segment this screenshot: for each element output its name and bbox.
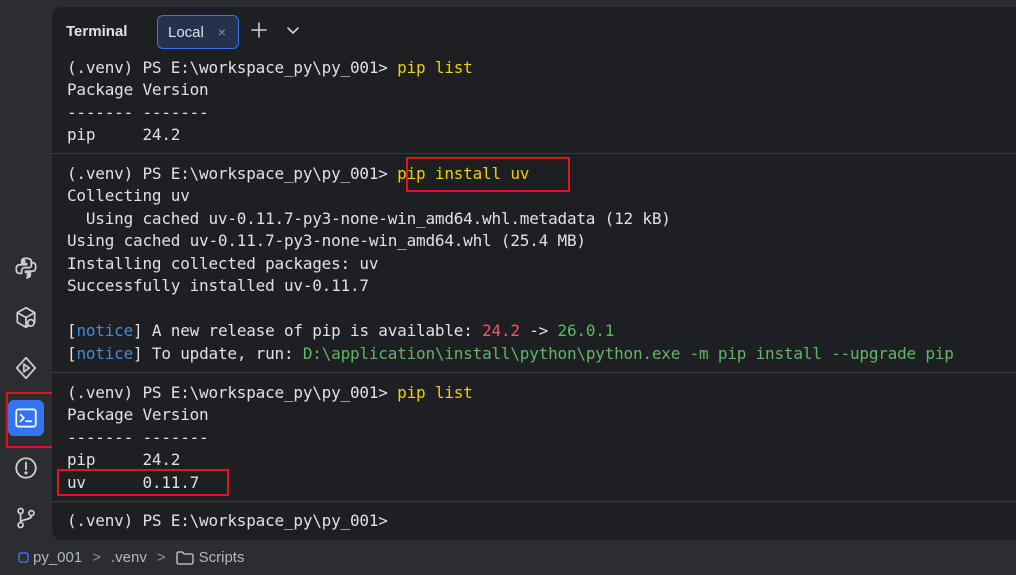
prompt-line: (.venv) PS E:\workspace_py\py_001> pip i…: [67, 164, 530, 183]
problems-icon[interactable]: [8, 450, 44, 486]
output-line: Using cached uv-0.11.7-py3-none-win_amd6…: [67, 209, 671, 228]
prompt-line: (.venv) PS E:\workspace_py\py_001> pip l…: [67, 58, 473, 77]
block-divider: [52, 501, 1016, 502]
output-line: pip 24.2: [67, 125, 181, 144]
git-icon[interactable]: [8, 500, 44, 536]
block-divider: [52, 153, 1016, 154]
upgrade-command: D:\application\install\python\python.exe…: [302, 344, 954, 363]
breadcrumb-folder[interactable]: Scripts: [175, 549, 244, 566]
terminal-icon[interactable]: [8, 400, 44, 436]
output-line: uv 0.11.7: [67, 473, 200, 492]
python-packages-icon[interactable]: [8, 250, 44, 286]
chevron-down-icon: [287, 27, 299, 34]
services-icon[interactable]: [8, 300, 44, 336]
breadcrumb-venv[interactable]: .venv: [111, 549, 147, 566]
breadcrumb-separator: >: [156, 549, 166, 566]
notice-line: [notice] To update, run: D:\application\…: [67, 344, 954, 363]
output-line: Package Version: [67, 80, 209, 99]
command: pip list: [397, 58, 473, 77]
output-line: Successfully installed uv-0.11.7: [67, 276, 369, 295]
folder-icon: [175, 550, 194, 565]
tab-dropdown-button[interactable]: [282, 19, 304, 41]
new-tab-button[interactable]: [248, 19, 270, 41]
plus-icon: [251, 22, 267, 38]
prompt-line: (.venv) PS E:\workspace_py\py_001> pip l…: [67, 383, 473, 402]
breadcrumb-project[interactable]: py_001: [18, 549, 82, 566]
tool-window-strip: [0, 0, 52, 540]
output-line: Installing collected packages: uv: [67, 254, 379, 273]
tab-label: Local: [168, 23, 204, 41]
module-icon: [18, 552, 29, 563]
breadcrumb-separator: >: [92, 549, 101, 566]
block-divider: [52, 372, 1016, 373]
output-line: ------- -------: [67, 103, 209, 122]
output-line: Package Version: [67, 405, 209, 424]
tab-local[interactable]: Local ×: [157, 15, 239, 49]
command: pip list: [397, 383, 473, 402]
command: pip install uv: [397, 164, 530, 183]
close-icon[interactable]: ×: [218, 24, 226, 40]
prompt-line[interactable]: (.venv) PS E:\workspace_py\py_001>: [67, 510, 388, 532]
output-line: Collecting uv: [67, 186, 190, 205]
notice-line: [notice] A new release of pip is availab…: [67, 321, 615, 340]
output-line: ------- -------: [67, 428, 209, 447]
terminal-header: Terminal Local ×: [52, 7, 1016, 55]
terminal-panel: Terminal Local × (.venv) PS E:\workspace…: [52, 7, 1016, 540]
run-icon[interactable]: [8, 350, 44, 386]
output-line: Using cached uv-0.11.7-py3-none-win_amd6…: [67, 231, 586, 250]
panel-title: Terminal: [66, 23, 128, 40]
output-line: pip 24.2: [67, 450, 181, 469]
status-bar: py_001 > .venv > Scripts: [0, 540, 1016, 575]
